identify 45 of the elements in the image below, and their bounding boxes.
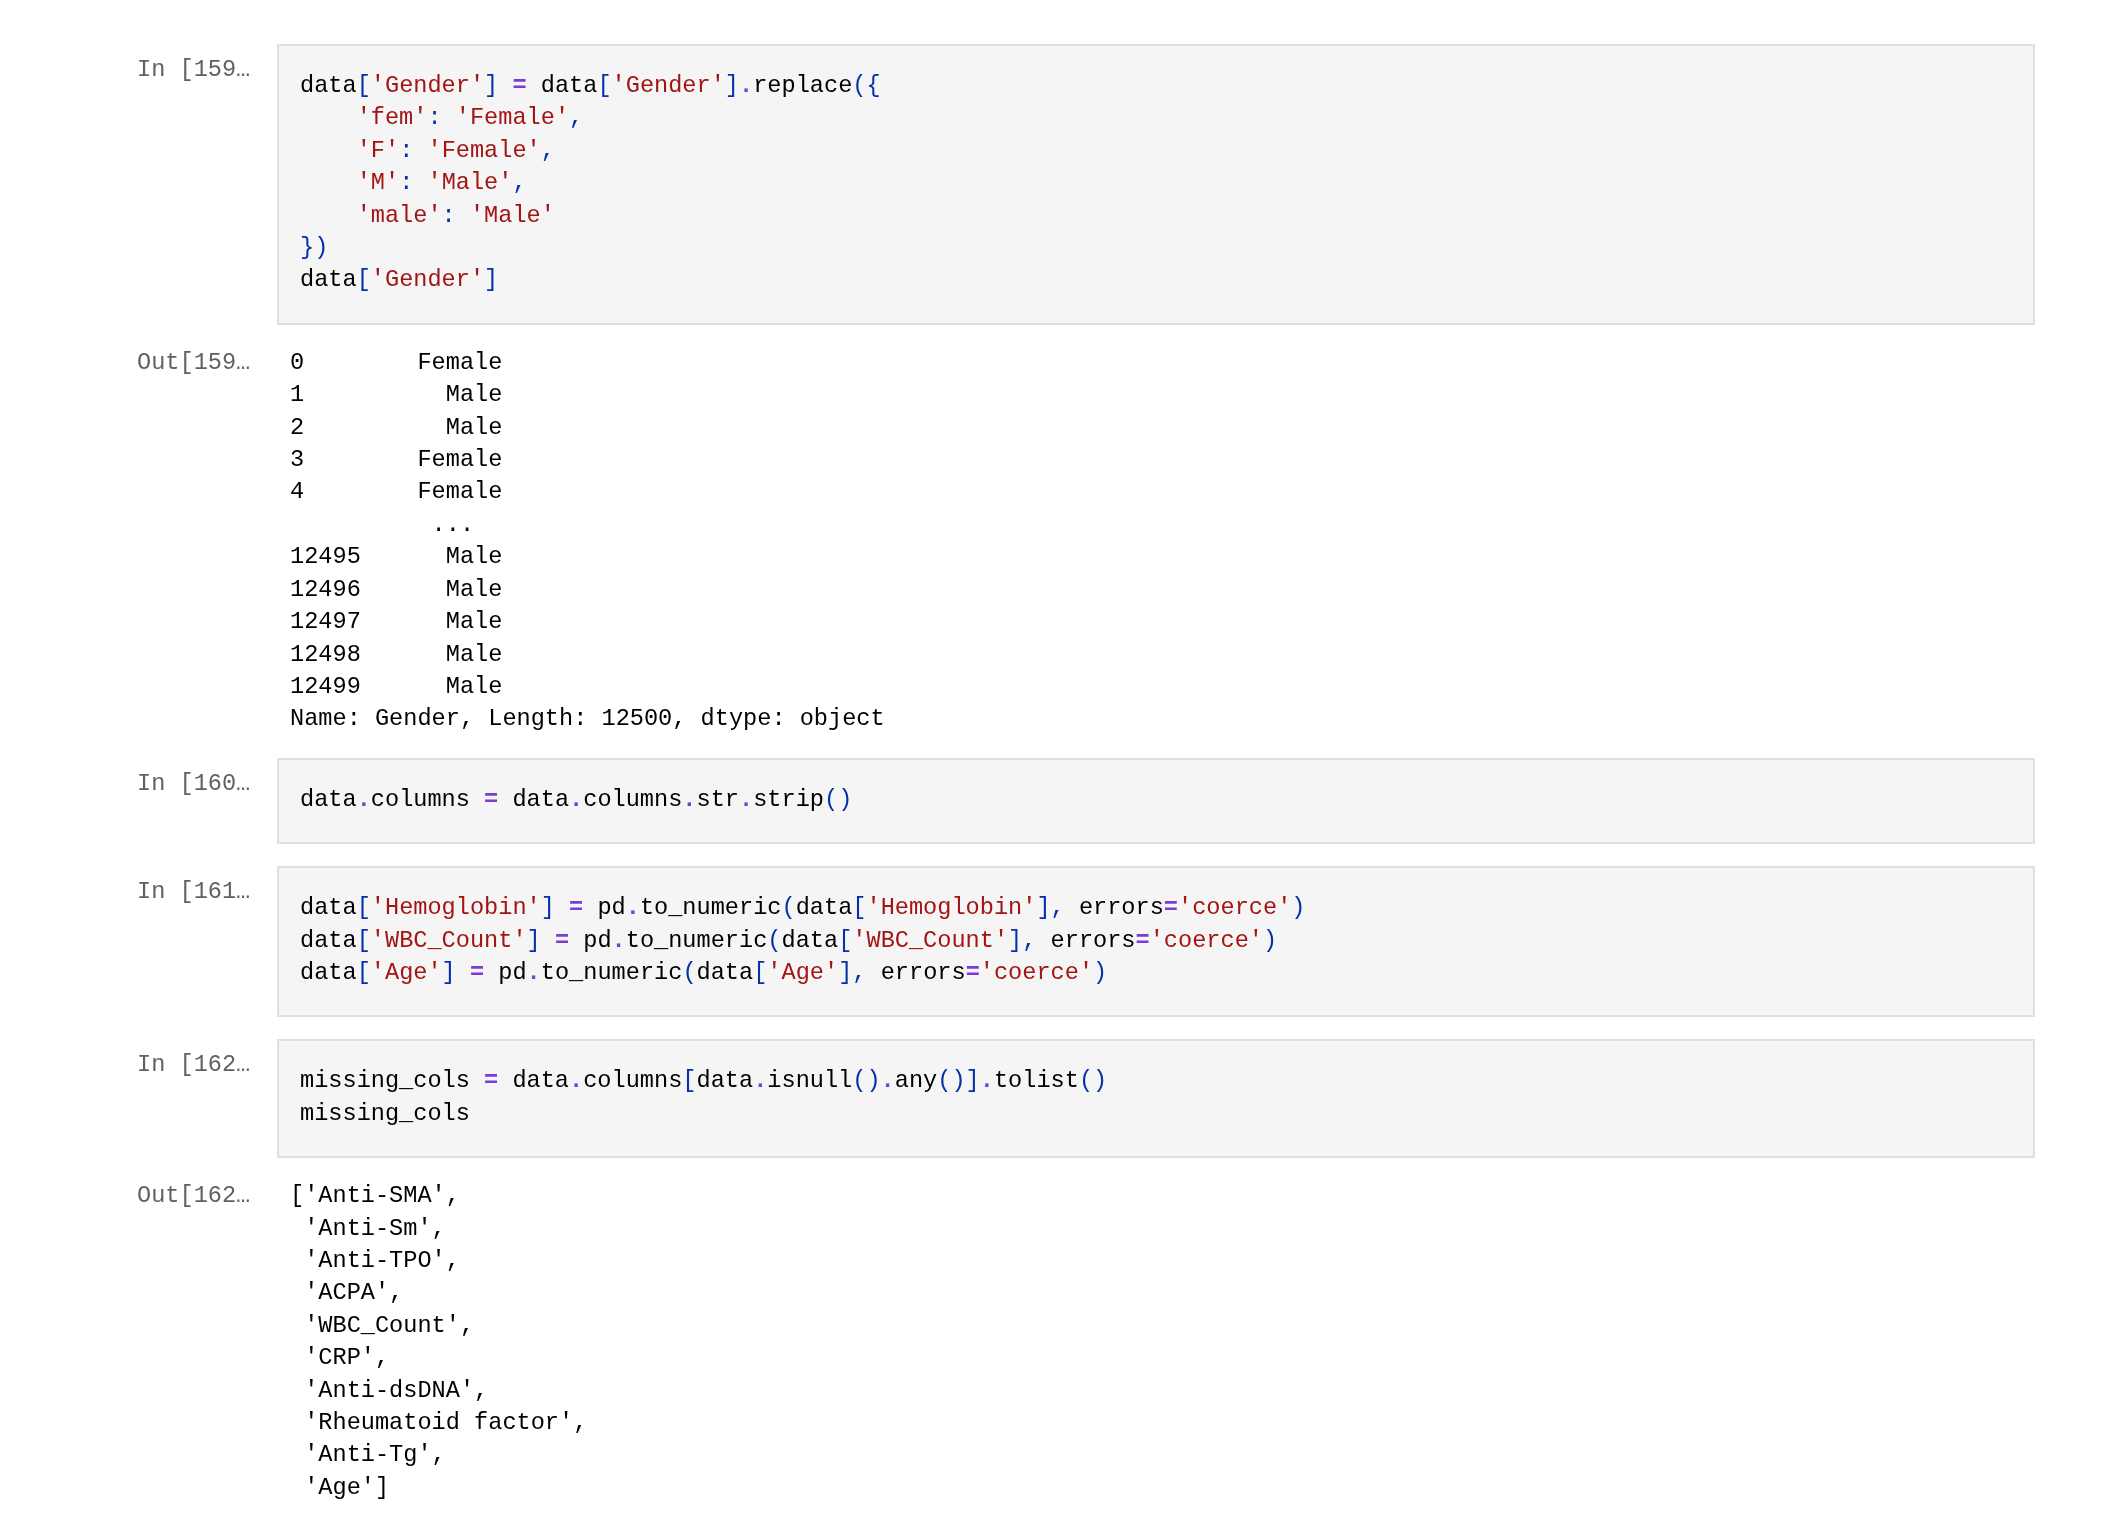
cell-prompt: In [162… xyxy=(137,1050,252,1081)
code-line: 'fem': 'Female', xyxy=(355,103,585,134)
code-editor[interactable]: data.columns = data.columns.str.strip() xyxy=(277,757,2035,845)
output-line: 'ACPA', xyxy=(303,1278,405,1309)
code-line: data['Hemoglobin'] = pd.to_numeric(data['Hemoglobin'], errors='coerce') xyxy=(300,893,1307,924)
output-line: 'Anti-Sm', xyxy=(303,1213,447,1244)
output-line: ... xyxy=(430,509,476,540)
output-line: 'CRP', xyxy=(303,1343,391,1374)
code-line: data['Age'] = pd.to_numeric(data['Age'], errors='coerce') xyxy=(300,957,1109,988)
code-line: missing_cols xyxy=(300,1098,471,1129)
code-editor[interactable]: data['Hemoglobin'] = pd.to_numeric(data['Hemoglobin'], errors='coerce') data['WBC_Count'] = pd.to_numeric(data['WBC_Count'], errors='coerce') data['Age'] = pd.to_numeric(data['Age'], errors='coerce') xyxy=(277,866,2035,1018)
code-line: data.columns = data.columns.str.strip() xyxy=(300,784,854,815)
cell-prompt: Out[159… xyxy=(137,347,252,378)
output-line: 'Age'] xyxy=(303,1472,391,1503)
output-line: Name: Gender, Length: 12500, dtype: object xyxy=(290,704,886,735)
output-line: 12495 Male xyxy=(290,542,504,573)
output-line: 'Anti-TPO', xyxy=(303,1245,461,1276)
output-line: 12499 Male xyxy=(290,671,504,702)
code-line: data['WBC_Count'] = pd.to_numeric(data['WBC_Count'], errors='coerce') xyxy=(300,925,1279,956)
code-line: 'male': 'Male' xyxy=(355,200,556,231)
output-line: 2 Male xyxy=(290,412,504,443)
output-line: 0 Female xyxy=(290,347,504,378)
code-line: data['Gender'] xyxy=(300,265,500,296)
code-line: 'M': 'Male', xyxy=(355,168,528,199)
output-line: 'Anti-dsDNA', xyxy=(303,1375,490,1406)
output-line: 12498 Male xyxy=(290,639,504,670)
output-line: 'WBC_Count', xyxy=(303,1310,476,1341)
output-line: 'Rheumatoid factor', xyxy=(303,1408,589,1438)
output-line: 4 Female xyxy=(290,477,504,508)
output-line: 12497 Male xyxy=(290,607,504,638)
code-line: data['Gender'] = data['Gender'].replace({ xyxy=(300,71,882,101)
cell-prompt: In [161… xyxy=(137,877,252,908)
cell-prompt: In [159… xyxy=(137,55,252,85)
output-line: 12496 Male xyxy=(290,574,504,605)
code-editor[interactable]: data['Gender'] = data['Gender'].replace({ 'fem': 'Female', 'F': 'Female', 'M': 'Male', 'male': 'Male' }) data['Gender'] xyxy=(277,44,2035,325)
output-line: 3 Female xyxy=(290,445,504,476)
code-line: 'F': 'Female', xyxy=(355,135,556,166)
output-line: 1 Male xyxy=(290,380,504,411)
output-line: 'Anti-Tg', xyxy=(303,1440,447,1471)
code-line: missing_cols = data.columns[data.isnull().any()].tolist() xyxy=(300,1066,1109,1097)
code-editor[interactable]: missing_cols = data.columns[data.isnull().any()].tolist() missing_cols xyxy=(277,1039,2035,1159)
cell-prompt: In [160… xyxy=(137,768,252,799)
code-line: }) xyxy=(300,233,330,264)
output-line: ['Anti-SMA', xyxy=(290,1181,461,1212)
cell-prompt: Out[162… xyxy=(137,1181,252,1212)
